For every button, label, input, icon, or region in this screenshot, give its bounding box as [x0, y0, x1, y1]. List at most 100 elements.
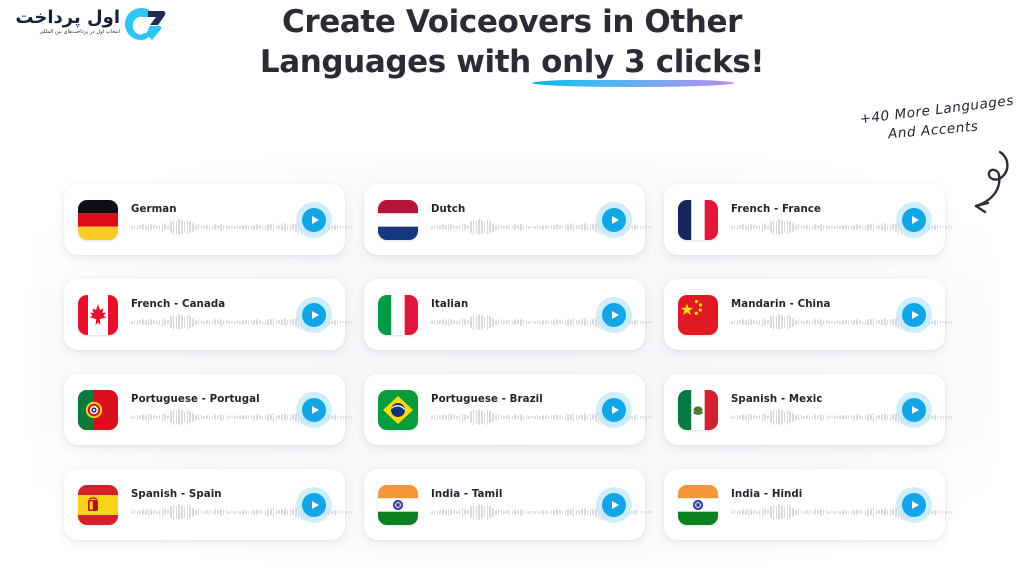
waveform-bar: [489, 316, 491, 328]
waveform-bar: [194, 509, 197, 515]
waveform-bar: [556, 509, 558, 515]
waveform-bar: [581, 319, 583, 325]
waveform-bar: [278, 225, 280, 229]
waveform-bar: [508, 509, 511, 515]
waveform-bar: [167, 510, 169, 514]
waveform-bar: [647, 321, 650, 323]
waveform-bar: [272, 222, 275, 232]
waveform-bar: [253, 224, 255, 230]
play-button[interactable]: [602, 492, 626, 517]
waveform-bar: [589, 223, 592, 231]
waveform-bar: [950, 225, 953, 229]
play-button[interactable]: [902, 207, 926, 232]
waveform-bar: [847, 415, 850, 419]
waveform-bar: [489, 506, 491, 518]
waveform-bar: [939, 225, 942, 229]
waveform-bar: [808, 319, 811, 325]
waveform-bar: [142, 224, 144, 230]
language-card[interactable]: Mandarin - China: [664, 279, 953, 350]
language-card[interactable]: German: [64, 184, 353, 255]
play-button[interactable]: [302, 302, 326, 327]
waveform-bar: [169, 411, 172, 423]
waveform-bar: [258, 415, 261, 419]
waveform-bar: [847, 320, 850, 324]
play-button[interactable]: [302, 207, 326, 232]
waveform-bar: [281, 509, 283, 515]
waveform-bar: [522, 414, 525, 420]
language-card[interactable]: India - Hindi: [664, 469, 953, 540]
waveform-bar: [945, 415, 947, 419]
waveform-bar: [142, 319, 144, 325]
waveform-bar: [772, 409, 775, 425]
waveform-bar: [761, 317, 764, 327]
language-card[interactable]: India - Tamil: [364, 469, 653, 540]
waveform-bar: [775, 220, 778, 234]
waveform-bar: [831, 321, 833, 323]
play-button-wrap: [896, 201, 932, 238]
audio-waveform: [731, 219, 953, 236]
waveform-bar: [245, 225, 247, 229]
play-button[interactable]: [902, 492, 926, 517]
waveform-bar: [239, 510, 242, 514]
waveform-bar: [836, 320, 839, 324]
language-card[interactable]: French - Canada: [64, 279, 353, 350]
language-card[interactable]: Spanish - Spain: [64, 469, 353, 540]
waveform-bar: [267, 318, 269, 326]
waveform-bar: [945, 320, 947, 324]
waveform-bar: [936, 510, 939, 514]
waveform-bar: [270, 414, 272, 420]
waveform-bar: [139, 415, 141, 419]
waveform-bar: [747, 413, 750, 421]
waveform-bar: [814, 319, 817, 325]
play-button[interactable]: [902, 397, 926, 422]
flag-spain-icon: [78, 484, 118, 525]
language-card[interactable]: Dutch: [364, 184, 653, 255]
language-card[interactable]: Spanish - Mexic: [664, 374, 953, 445]
play-button[interactable]: [902, 302, 926, 327]
language-card[interactable]: French - France: [664, 184, 953, 255]
language-card[interactable]: Portuguese - Brazil: [364, 374, 653, 445]
waveform-bar: [567, 413, 569, 421]
waveform-bar: [150, 224, 153, 230]
waveform-bar: [858, 510, 861, 514]
waveform-bar: [147, 318, 150, 326]
play-button[interactable]: [602, 397, 626, 422]
waveform-bar: [939, 415, 942, 419]
language-card[interactable]: Portuguese - Portugal: [64, 374, 353, 445]
waveform-bar: [158, 414, 161, 420]
waveform-bar: [461, 412, 464, 422]
play-button[interactable]: [302, 492, 326, 517]
waveform-bar: [736, 414, 739, 420]
waveform-bar: [497, 319, 500, 325]
waveform-bar: [239, 225, 242, 229]
waveform-bar: [444, 414, 447, 420]
waveform-bar: [478, 409, 480, 425]
waveform-bar: [803, 225, 805, 229]
waveform-bar: [447, 318, 450, 326]
waveform-bar: [578, 225, 580, 229]
waveform-bar: [822, 319, 825, 325]
play-button[interactable]: [302, 397, 326, 422]
waveform-bar: [808, 224, 811, 230]
waveform-bar: [575, 414, 578, 420]
waveform-bar: [800, 510, 803, 514]
waveform-bar: [822, 224, 825, 230]
language-card[interactable]: Italian: [364, 279, 653, 350]
waveform-bar: [858, 225, 861, 229]
waveform-bar: [842, 224, 844, 230]
waveform-bar: [211, 415, 214, 419]
waveform-bar: [442, 224, 444, 230]
waveform-bar: [289, 413, 292, 421]
waveform-bar: [881, 414, 883, 420]
waveform-bar: [567, 223, 569, 231]
waveform-bar: [192, 507, 194, 517]
waveform-bar: [345, 415, 347, 419]
waveform-bar: [178, 409, 180, 425]
waveform-bar: [767, 510, 769, 514]
waveform-bar: [270, 509, 272, 515]
play-button[interactable]: [602, 302, 626, 327]
play-button[interactable]: [602, 207, 626, 232]
waveform-bar: [881, 224, 883, 230]
waveform-bar: [289, 508, 292, 516]
waveform-bar: [217, 225, 219, 229]
